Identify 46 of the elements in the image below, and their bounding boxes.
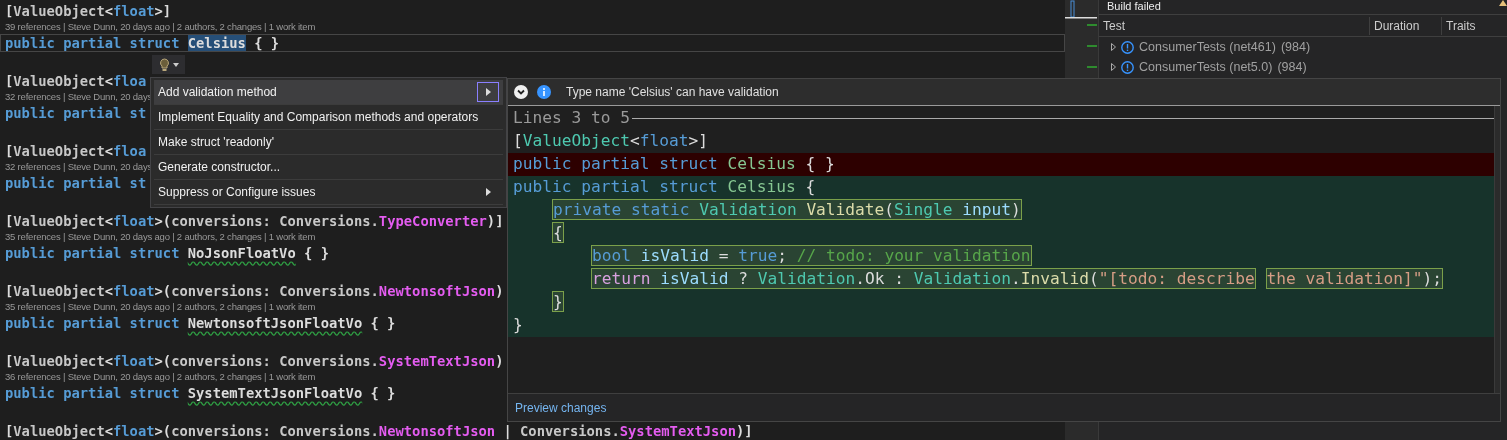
column-header[interactable]: Duration xyxy=(1369,16,1441,35)
code-lens: 36 references | Steve Dunn, 20 days ago | 2 authors, 2 changes | 1 work item xyxy=(5,370,316,384)
lightbulb-button[interactable] xyxy=(152,55,185,74)
code-line: public partial st xyxy=(5,104,147,122)
expand-arrow-icon[interactable] xyxy=(1111,63,1116,71)
line-range: Lines 3 to 5 xyxy=(513,107,630,130)
preview-changes-link[interactable]: Preview changes xyxy=(515,398,607,417)
menu-item[interactable]: Generate constructor... xyxy=(154,155,503,180)
scrollbar[interactable] xyxy=(1494,106,1500,393)
code-line: public partial struct SystemTextJsonFloatVo { } xyxy=(5,384,396,402)
panel-title: Build failed xyxy=(1107,0,1161,12)
diff-line: [ValueObject<float>] xyxy=(512,130,709,152)
column-header[interactable]: Test xyxy=(1099,16,1369,35)
code-line: [ValueObject<floa xyxy=(5,142,147,160)
info-icon xyxy=(537,85,551,99)
caret-icon xyxy=(172,62,179,67)
menu-item[interactable]: Add validation method xyxy=(154,80,503,105)
test-count: (984) xyxy=(1280,38,1311,56)
code-line: [ValueObject<float>(conversions: Conversions.NewtonsoftJson) xyxy=(5,282,504,300)
alert-circle-icon xyxy=(1121,40,1134,54)
menu-item[interactable]: Implement Equality and Comparison methods and operators xyxy=(154,105,503,130)
alert-circle-icon xyxy=(1121,60,1134,74)
code-line: [ValueObject<float>(conversions: Conversions.SystemTextJson) xyxy=(5,352,504,370)
warning-icon xyxy=(1499,0,1507,6)
menu-item[interactable]: Suppress or Configure issues xyxy=(154,180,503,205)
submenu-arrow-icon xyxy=(485,188,491,196)
test-name[interactable]: ConsumerTests (net461) xyxy=(1139,37,1276,57)
message-text: Type name 'Celsius' can have validation xyxy=(566,84,779,101)
code-lens: 35 references | Steve Dunn, 20 days ago | 2 authors, 2 changes | 1 work item xyxy=(5,230,316,244)
code-lens: 39 references | Steve Dunn, 20 days ago | 2 authors, 2 changes | 1 work item xyxy=(5,20,316,34)
collapse-icon[interactable] xyxy=(514,85,528,99)
submenu-arrow-icon xyxy=(485,88,491,96)
test-name[interactable]: ConsumerTests (net5.0) xyxy=(1139,57,1273,77)
code-line: [ValueObject<float>] xyxy=(5,2,172,20)
code-line: [ValueObject<floa xyxy=(5,72,147,90)
code-line: public partial struct NewtonsoftJsonFloatVo { } xyxy=(5,314,396,332)
code-line: public partial st xyxy=(5,174,147,192)
code-line: public partial struct NoJsonFloatVo { } xyxy=(5,244,329,262)
code-line: [ValueObject<float>(conversions: Conversions.NewtonsoftJson | Conversions.SystemTextJson)] xyxy=(5,422,753,440)
lightbulb-icon xyxy=(158,57,170,72)
column-header[interactable]: Traits xyxy=(1441,16,1501,35)
test-count: (984) xyxy=(1277,58,1307,76)
code-line: [ValueObject<float>(conversions: Conversions.TypeConverter)] xyxy=(5,212,504,230)
menu-item[interactable]: Make struct 'readonly' xyxy=(154,130,503,155)
code-lens: 35 references | Steve Dunn, 20 days ago | 2 authors, 2 changes | 1 work item xyxy=(5,300,316,314)
expand-arrow-icon[interactable] xyxy=(1111,43,1116,51)
